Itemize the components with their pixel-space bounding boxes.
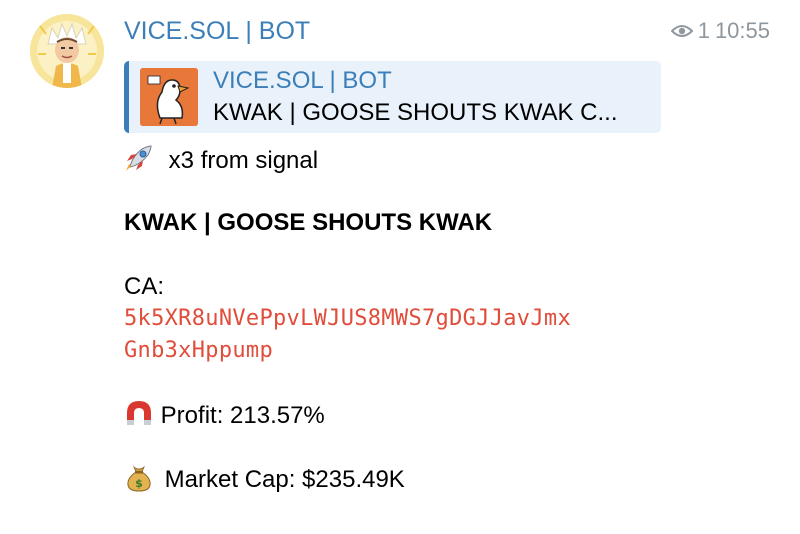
svg-text:$: $ <box>135 477 143 490</box>
profit-text: Profit: 213.57% <box>160 402 325 429</box>
token-title: KWAK | GOOSE SHOUTS KWAK <box>124 209 493 236</box>
contract-address-line-2[interactable]: Gnb3xHppump <box>124 335 273 367</box>
signal-text: x3 from signal <box>168 147 319 174</box>
chat-message: VICE.SOL | BOT 1 10:55 VICE.SOL | BOT KW… <box>0 0 800 534</box>
sender-name[interactable]: VICE.SOL | BOT <box>124 14 310 48</box>
reply-accent-bar <box>124 61 129 133</box>
rocket-icon <box>124 143 154 173</box>
reply-preview[interactable]: VICE.SOL | BOT KWAK | GOOSE SHOUTS KWAK … <box>124 61 661 133</box>
view-count: 1 <box>697 18 710 43</box>
ca-label: CA: <box>124 273 165 300</box>
message-time: 10:55 <box>714 18 770 43</box>
avatar[interactable] <box>30 14 104 88</box>
magnet-icon <box>124 398 154 428</box>
market-cap-line: $ Market Cap: $235.49K <box>124 462 405 496</box>
reply-text: KWAK | GOOSE SHOUTS KWAK C... <box>213 99 618 126</box>
money-bag-icon: $ <box>124 462 154 492</box>
reply-thumbnail <box>140 68 198 126</box>
market-cap-text: Market Cap: $235.49K <box>164 466 405 493</box>
profit-line: Profit: 213.57% <box>124 398 325 432</box>
contract-address-line-1[interactable]: 5k5XR8uNVePpvLWJUS8MWS7gDGJJavJmx <box>124 303 571 335</box>
reply-sender: VICE.SOL | BOT <box>213 67 392 94</box>
eye-icon <box>670 23 693 39</box>
signal-line: x3 from signal <box>124 143 318 177</box>
message-meta: 1 10:55 <box>670 14 770 48</box>
